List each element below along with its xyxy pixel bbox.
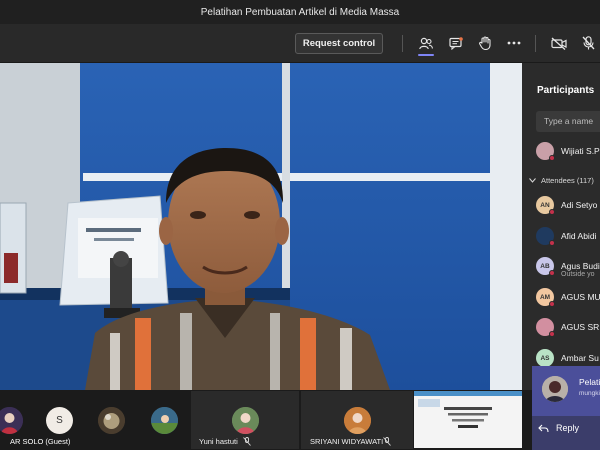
avatar xyxy=(536,318,555,337)
avatar-initials: S xyxy=(56,415,63,426)
toolbar-divider xyxy=(535,35,536,52)
avatar: AM xyxy=(536,288,555,307)
presenter-row[interactable]: Wijiati S.P xyxy=(536,141,600,161)
chat-notification-toast[interactable]: Pelati mungki Reply xyxy=(532,366,600,450)
participant-name: SRIYANI WIDYAWATI xyxy=(310,437,384,446)
participant-name: Agus Budi xyxy=(561,261,600,271)
participant-name: Ambar Su xyxy=(561,353,599,363)
participants-icon[interactable] xyxy=(418,35,434,51)
speaker-video-feed xyxy=(0,63,522,390)
shared-content-owner: AR SOLO (Guest) xyxy=(10,437,71,446)
reply-icon xyxy=(538,424,549,432)
mic-off-icon xyxy=(383,437,391,446)
attendees-count-label: Attendees (117) xyxy=(541,176,594,185)
status-busy-icon xyxy=(549,301,555,307)
participant-thumbnail[interactable] xyxy=(98,407,125,434)
avatar: AN xyxy=(536,196,555,215)
participant-name: Wijiati S.P xyxy=(561,146,600,156)
meeting-title: Pelatihan Pembuatan Artikel di Media Mas… xyxy=(200,6,400,18)
participants-active-indicator xyxy=(418,54,434,56)
participant-search-input[interactable]: Type a name xyxy=(536,111,600,132)
avatar-initials: AM xyxy=(539,293,551,301)
attendee-row[interactable]: AN Adi Setyo xyxy=(536,195,600,215)
avatar xyxy=(536,142,555,161)
request-control-button[interactable]: Request control xyxy=(295,33,383,54)
attendees-section-header[interactable]: Attendees (117) xyxy=(529,176,594,185)
avatar xyxy=(536,227,555,246)
avatar xyxy=(344,407,371,434)
status-busy-icon xyxy=(549,240,555,246)
attendee-row[interactable]: AGUS SRI xyxy=(536,317,600,337)
participant-tile[interactable]: Yuni hastuti xyxy=(191,391,299,449)
camera-off-icon[interactable] xyxy=(551,35,567,51)
participant-name: Yuni hastuti xyxy=(199,437,238,446)
participants-title: Participants xyxy=(537,85,595,96)
mic-off-icon xyxy=(243,437,251,446)
participant-thumbnail[interactable] xyxy=(0,407,23,434)
attendee-row[interactable]: AS Ambar Su xyxy=(536,348,600,368)
avatar: AB xyxy=(536,257,555,276)
shared-content-thumbnail[interactable] xyxy=(414,391,522,448)
status-busy-icon xyxy=(549,155,555,161)
raise-hand-icon[interactable] xyxy=(477,35,493,51)
reply-label: Reply xyxy=(556,423,580,433)
toolbar-divider xyxy=(402,35,403,52)
participant-name: AGUS MU xyxy=(561,292,600,302)
window-title-bar: Pelatihan Pembuatan Artikel di Media Mas… xyxy=(0,0,600,24)
avatar xyxy=(542,376,568,402)
more-options-icon[interactable] xyxy=(506,35,522,51)
participant-thumbnail[interactable] xyxy=(151,407,178,434)
avatar-initials: AS xyxy=(540,354,550,362)
attendee-row[interactable]: AB Agus Budi Outside yo xyxy=(536,256,600,278)
avatar-initials: AB xyxy=(540,262,550,270)
participant-subtitle: Outside yo xyxy=(561,271,595,278)
reply-button[interactable]: Reply xyxy=(538,423,579,433)
notification-body[interactable]: Pelati mungki xyxy=(532,366,600,416)
main-speaker-video[interactable] xyxy=(0,63,522,390)
attendee-row[interactable]: AM AGUS MU xyxy=(536,287,600,307)
participant-name: Adi Setyo xyxy=(561,200,598,210)
avatar xyxy=(232,407,259,434)
mic-off-icon[interactable] xyxy=(580,35,596,51)
attendee-row[interactable]: Afid Abidi xyxy=(536,226,600,246)
status-busy-icon xyxy=(549,270,555,276)
participant-tile[interactable]: SRIYANI WIDYAWATI xyxy=(301,391,413,449)
participant-thumbnail[interactable]: S xyxy=(46,407,73,434)
status-busy-icon xyxy=(549,209,555,215)
meeting-toolbar: Request control xyxy=(0,24,600,63)
participant-name: Afid Abidi xyxy=(561,231,597,241)
notification-preview: mungki xyxy=(579,390,600,397)
chat-icon[interactable] xyxy=(448,35,464,51)
shared-slide-preview xyxy=(414,391,522,448)
participant-name: AGUS SRI xyxy=(561,322,600,332)
chevron-down-icon xyxy=(529,178,536,183)
avatar: AS xyxy=(536,349,554,367)
status-busy-icon xyxy=(549,331,555,337)
avatar-initials: AN xyxy=(540,201,550,209)
notification-title: Pelati xyxy=(579,377,600,387)
